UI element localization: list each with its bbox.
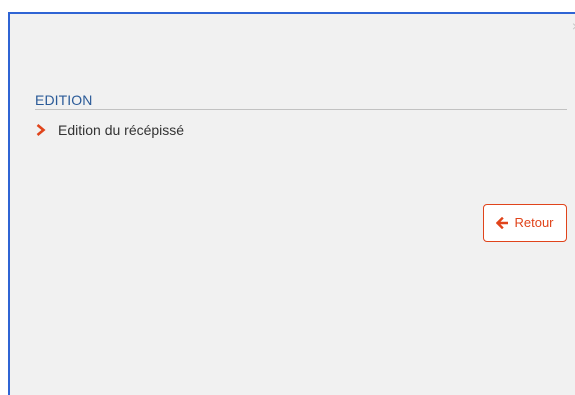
- menu-item-label: Edition du récépissé: [58, 122, 185, 138]
- back-button-label: Retour: [514, 215, 554, 230]
- section-divider: [35, 109, 567, 110]
- section-title: EDITION: [35, 92, 93, 108]
- menu-item-edition-recepisse[interactable]: Edition du récépissé: [36, 122, 184, 138]
- chevron-right-icon: [36, 124, 46, 136]
- arrow-left-icon: [496, 217, 509, 229]
- dialog-panel: × EDITION Edition du récépissé Retour: [8, 12, 575, 395]
- back-button[interactable]: Retour: [483, 204, 567, 242]
